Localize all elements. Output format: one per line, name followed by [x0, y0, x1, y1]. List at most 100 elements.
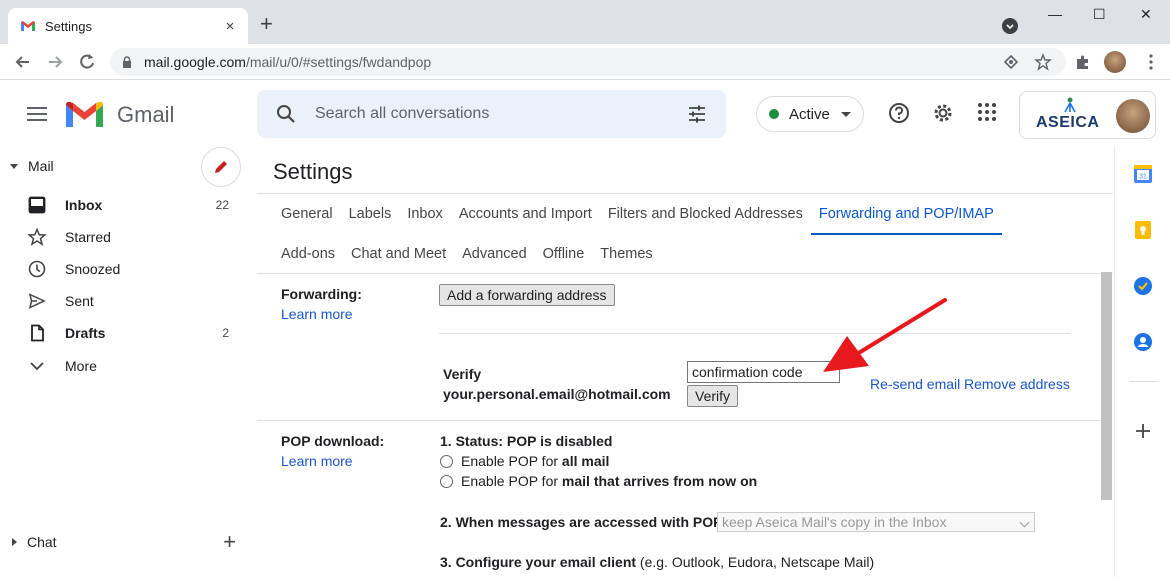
draft-count: 2 — [222, 326, 229, 340]
sidebar-item-label: Snoozed — [65, 261, 121, 277]
compose-button[interactable] — [201, 147, 241, 187]
search-input[interactable]: Search all conversations — [315, 105, 686, 123]
tab-labels[interactable]: Labels — [341, 194, 400, 234]
pop-learn-more-link[interactable]: Learn more — [281, 453, 353, 469]
chat-section-toggle[interactable]: Chat + — [0, 526, 256, 558]
pop-all-mail-radio[interactable] — [440, 455, 453, 468]
lock-icon — [123, 56, 131, 68]
sidebar-item-label: Drafts — [65, 325, 106, 341]
sidebar-item-sent[interactable]: Sent — [0, 285, 256, 317]
add-addon-plus-icon[interactable] — [1133, 421, 1153, 441]
pop-access-select[interactable]: keep Aseica Mail's copy in the Inbox — [717, 512, 1035, 532]
option-emphasis: all mail — [561, 453, 610, 469]
sidebar-item-more[interactable]: More — [0, 350, 256, 382]
send-icon — [27, 291, 47, 311]
tab-forwarding-pop-imap[interactable]: Forwarding and POP/IMAP — [810, 194, 1002, 235]
resend-email-link[interactable]: Re-send email — [870, 376, 960, 392]
tab-accounts-and-import[interactable]: Accounts and Import — [451, 194, 600, 234]
side-panel: 31 — [1114, 146, 1170, 577]
window-minimize-button[interactable]: — — [1048, 6, 1062, 22]
pop-new-mail-label[interactable]: Enable POP for mail that arrives from no… — [461, 473, 757, 489]
main-menu-icon[interactable] — [27, 107, 47, 121]
gear-icon[interactable] — [932, 102, 954, 124]
sidebar-item-snoozed[interactable]: Snoozed — [0, 253, 256, 285]
omnibox[interactable]: mail.google.com/mail/u/0/#settings/fwdan… — [110, 48, 1066, 76]
tab-title: Settings — [45, 18, 92, 34]
back-icon[interactable] — [13, 52, 33, 72]
sidebar-item-label: Starred — [65, 229, 111, 245]
sidebar-item-starred[interactable]: Starred — [0, 221, 256, 253]
pop-new-mail-radio[interactable] — [440, 475, 453, 488]
tab-offline[interactable]: Offline — [535, 234, 593, 274]
red-arrow-annotation-icon — [823, 298, 947, 372]
mail-section-toggle[interactable]: Mail — [10, 158, 54, 174]
gmail-favicon-icon — [21, 21, 35, 31]
browser-tab[interactable]: Settings × — [8, 8, 248, 44]
step3-title: 3. Configure your email client — [440, 554, 637, 570]
settings-main: Settings General Labels Inbox Accounts a… — [257, 146, 1113, 577]
gmail-wordmark: Gmail — [117, 102, 175, 127]
address-bar: mail.google.com/mail/u/0/#settings/fwdan… — [0, 44, 1170, 80]
settings-tabs-row-1: General Labels Inbox Accounts and Import… — [273, 194, 1002, 235]
brand-logo-text: ASEICA — [1036, 114, 1100, 131]
sidebar-item-label: Sent — [65, 293, 94, 309]
search-options-icon[interactable] — [686, 103, 708, 125]
add-forwarding-address-button[interactable]: Add a forwarding address — [439, 284, 615, 306]
tasks-icon[interactable] — [1133, 276, 1153, 296]
new-tab-button[interactable]: + — [260, 12, 273, 36]
new-chat-plus-icon[interactable]: + — [223, 529, 236, 555]
contacts-icon[interactable] — [1133, 332, 1153, 352]
star-icon — [27, 227, 47, 247]
pop-access-select-value: keep Aseica Mail's copy in the Inbox — [722, 514, 947, 530]
forwarding-label: Forwarding: — [281, 286, 362, 302]
sidebar-item-label: Inbox — [65, 197, 103, 213]
tab-inbox[interactable]: Inbox — [399, 194, 450, 234]
sidebar-item-drafts[interactable]: Drafts 2 — [0, 317, 256, 349]
caret-down-icon — [10, 163, 18, 169]
profile-avatar[interactable] — [1104, 51, 1126, 73]
tab-search-icon[interactable] — [1002, 18, 1018, 34]
calendar-icon[interactable]: 31 — [1133, 164, 1153, 184]
status-dot-icon — [769, 109, 779, 119]
verify-button[interactable]: Verify — [687, 385, 739, 407]
sidebar-item-inbox[interactable]: Inbox 22 — [0, 189, 256, 221]
url-text: mail.google.com/mail/u/0/#settings/fwdan… — [144, 54, 431, 70]
forwarding-learn-more-link[interactable]: Learn more — [281, 306, 353, 322]
tab-advanced[interactable]: Advanced — [454, 234, 535, 274]
pop-all-mail-label[interactable]: Enable POP for all mail — [461, 453, 609, 469]
search-icon[interactable] — [275, 103, 297, 125]
status-dropdown[interactable]: Active — [756, 96, 864, 132]
sidebar-item-label: More — [65, 358, 97, 374]
status-label: Active — [789, 105, 830, 123]
tab-close-icon[interactable]: × — [222, 18, 238, 35]
pop-divider — [257, 420, 1100, 421]
account-avatar[interactable] — [1116, 99, 1150, 133]
browser-tab-strip: Settings × + — ☐ ✕ — [0, 0, 1170, 44]
tab-chat-and-meet[interactable]: Chat and Meet — [343, 234, 454, 274]
option-prefix: Enable POP for — [461, 473, 562, 489]
scrollbar-thumb[interactable] — [1101, 272, 1112, 500]
chevron-down-icon — [841, 111, 851, 117]
tab-filters[interactable]: Filters and Blocked Addresses — [600, 194, 811, 234]
search-bar[interactable]: Search all conversations — [257, 90, 726, 138]
verify-label: Verify — [443, 366, 482, 382]
help-icon[interactable] — [888, 102, 910, 124]
forward-icon[interactable] — [45, 52, 65, 72]
extensions-icon[interactable] — [1074, 53, 1092, 71]
account-switcher[interactable]: ASEICA — [1019, 91, 1156, 139]
browser-menu-icon[interactable] — [1142, 53, 1160, 71]
reload-icon[interactable] — [77, 52, 97, 72]
window-close-button[interactable]: ✕ — [1140, 6, 1152, 23]
keep-icon[interactable] — [1133, 220, 1153, 240]
unread-count: 22 — [215, 198, 229, 212]
site-info-icon[interactable] — [1003, 54, 1019, 70]
tab-themes[interactable]: Themes — [592, 234, 660, 274]
apps-grid-icon[interactable] — [977, 102, 997, 122]
tab-general[interactable]: General — [273, 194, 341, 234]
remove-address-link[interactable]: Remove address — [964, 376, 1070, 392]
window-maximize-button[interactable]: ☐ — [1093, 6, 1106, 23]
svg-text:31: 31 — [1139, 174, 1147, 181]
bookmark-star-icon[interactable] — [1034, 53, 1052, 71]
side-panel-divider — [1129, 381, 1157, 382]
tab-add-ons[interactable]: Add-ons — [273, 234, 343, 274]
